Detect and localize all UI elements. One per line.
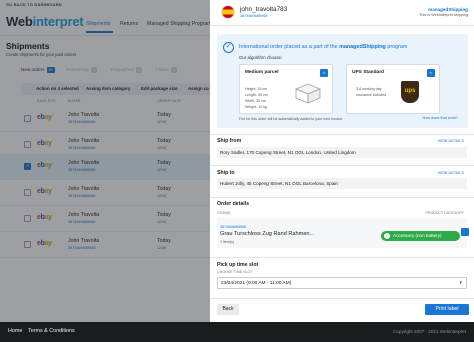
chevron-down-icon: ▾: [459, 280, 462, 286]
info-title-pre: International order placed as a part of …: [239, 44, 340, 50]
modal-backdrop[interactable]: [0, 0, 210, 322]
managed-shipping-brand: managedShipping: [428, 7, 468, 12]
parcel-title: Medium parcel: [245, 70, 279, 75]
choose-time-slot-label: CHOOSE TIME SLOT: [217, 270, 253, 274]
parcel-weight: Weight: 10 kg: [245, 105, 267, 109]
edit-category-icon[interactable]: [461, 228, 469, 236]
print-label-button[interactable]: Print label: [425, 304, 469, 315]
carrier-insurance: Insurance included: [356, 93, 387, 97]
ship-from-address-text: Rory Sadler, 170 Copeng Street, N1 OGL L…: [220, 150, 356, 155]
spain-flag-icon: [221, 5, 235, 19]
section-divider: [210, 197, 474, 198]
fee-note: Fee for this order will be automatically…: [239, 117, 343, 121]
footer: Home Terms & Conditions Copyright 2007 -…: [0, 322, 474, 342]
items-header: ITEM(S): [217, 211, 231, 215]
drawer-tracking-number[interactable]: 3874569685968: [240, 14, 267, 18]
ship-from-address: Rory Sadler, 170 Copeng Street, N1 OGL L…: [217, 147, 467, 158]
footer-terms-link[interactable]: Terms & Conditions: [28, 328, 75, 334]
back-button[interactable]: Back: [217, 304, 239, 315]
item-quantity: 1 item(s): [220, 240, 234, 244]
section-divider: [210, 298, 474, 299]
info-title: International order placed as a part of …: [239, 44, 407, 50]
item-name: Grau Turschloss Zug Rand Rahmen...: [220, 231, 315, 237]
edit-icon[interactable]: ✎: [427, 69, 435, 77]
section-divider: [210, 134, 474, 135]
order-details-drawer: john_travolta783 3874569685968 managedSh…: [210, 0, 474, 322]
parcel-length: Length: 45 cm: [245, 93, 268, 97]
carrier-title: UPS Standard: [352, 70, 384, 75]
info-title-post: program: [385, 44, 408, 50]
ship-to-address: Hubert Jolly, 45 Copeng Street, N1 OGL B…: [217, 178, 467, 189]
parcel-card[interactable]: Medium parcel ✎ Height: 15 cm Length: 45…: [239, 64, 333, 114]
item-number[interactable]: 3874569685968: [220, 225, 246, 229]
buyer-username: john_travolta783: [240, 6, 288, 13]
parcel-width: Width: 35 cm: [245, 99, 266, 103]
edit-icon[interactable]: ✎: [320, 69, 328, 77]
ship-to-address-text: Hubert Jolly, 45 Copeng Street, N1 OGL B…: [220, 181, 338, 186]
product-category-header: PRODUCT CATEGORY: [425, 211, 464, 215]
order-details-title: Order details: [217, 201, 250, 207]
pickup-title: Pick up time slot: [217, 262, 259, 268]
info-title-bold: managedShipping: [339, 44, 386, 50]
check-circle-icon: ✓: [223, 42, 234, 53]
footer-copyright: Copyright 2007 - 2021 Webinterpret: [393, 329, 466, 334]
footer-home-link[interactable]: Home: [8, 328, 22, 334]
ups-logo-icon: ups: [401, 81, 419, 103]
section-divider: [210, 257, 474, 258]
drawer-divider: [210, 25, 474, 26]
product-category-label: Accessory (non battery): [393, 233, 442, 239]
ship-to-view-details[interactable]: VIEW DETAILS: [438, 171, 464, 175]
parcel-box-icon: [294, 83, 322, 104]
carrier-days: 3-6 working day: [356, 87, 382, 91]
how-does-it-work-link[interactable]: How does that work?: [423, 116, 458, 120]
product-category-pill[interactable]: ✓ Accessory (non battery): [381, 231, 460, 241]
time-slot-value: 23/04/2021 (9:00 AM - 11:00 AM): [221, 281, 292, 286]
check-icon: ✓: [384, 233, 390, 239]
ship-from-view-details[interactable]: VIEW DETAILS: [438, 139, 464, 143]
section-divider: [210, 165, 474, 166]
carrier-card[interactable]: UPS Standard ✎ 3-6 working day Insurance…: [346, 64, 440, 114]
time-slot-select[interactable]: 23/04/2021 (9:00 AM - 11:00 AM) ▾: [217, 277, 467, 289]
ship-from-title: Ship from: [217, 138, 242, 144]
ship-to-title: Ship to: [217, 170, 235, 176]
managed-shipping-subtitle: This is Webinterpret shipping: [419, 13, 468, 17]
parcel-height: Height: 15 cm: [245, 87, 268, 91]
algorithm-text: Our algorithm choose:: [239, 55, 283, 60]
